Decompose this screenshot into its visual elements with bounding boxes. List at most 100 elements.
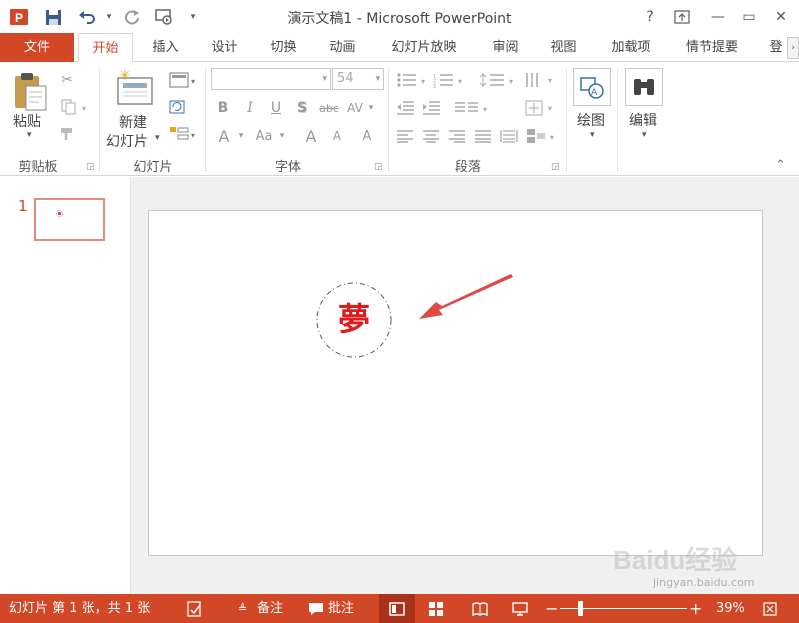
close-button[interactable]: ✕ (768, 6, 794, 28)
notes-button[interactable]: 备注 (257, 594, 283, 623)
slide-sorter-view-icon[interactable] (428, 601, 444, 620)
binoculars-icon[interactable] (625, 68, 663, 106)
drawing-dropdown-icon[interactable]: ▾ (590, 130, 595, 140)
reading-view-icon[interactable] (472, 601, 488, 620)
align-left-icon[interactable] (394, 126, 416, 146)
line-spacing-icon[interactable]: ▾ (478, 70, 518, 90)
restore-button[interactable]: ▭ (736, 6, 762, 28)
character-spacing-dropdown-icon[interactable]: ▾ (366, 98, 376, 118)
collapse-ribbon-icon[interactable]: ⌃ (775, 158, 786, 173)
shadow-button[interactable]: S (292, 98, 312, 118)
numbering-icon[interactable]: 1 2 3 ▾ (431, 70, 467, 90)
red-arrow-annotation[interactable] (419, 274, 513, 319)
justify-icon[interactable] (472, 126, 494, 146)
ribbon-display-options-icon[interactable] (669, 6, 695, 28)
font-launcher-icon[interactable]: ◲ (374, 162, 383, 172)
font-size-combo[interactable]: 54 ▾ (332, 68, 384, 90)
align-center-icon[interactable] (420, 126, 442, 146)
zoom-slider-thumb[interactable] (578, 601, 583, 616)
format-painter-icon[interactable] (56, 124, 78, 144)
title-bar: P ▾ ▾ 演示文稿1 - Microsoft PowerPoint ? — ▭… (0, 0, 799, 33)
paste-button[interactable]: 粘贴 (13, 111, 41, 131)
shapes-icon[interactable]: A (573, 68, 611, 106)
shrink-font-button[interactable]: A (326, 126, 348, 146)
bullets-icon[interactable]: ▾ (394, 70, 430, 90)
fit-slide-icon[interactable] (762, 601, 778, 620)
font-name-dropdown-icon[interactable]: ▾ (322, 69, 327, 89)
tab-sign-in[interactable]: 登 (766, 33, 786, 62)
font-size-dropdown-icon[interactable]: ▾ (375, 69, 380, 89)
tab-view[interactable]: 视图 (536, 33, 591, 62)
decrease-indent-icon[interactable] (394, 98, 416, 118)
tab-transitions[interactable]: 切换 (256, 33, 311, 62)
layout-icon[interactable]: ▾ (166, 70, 200, 90)
columns-icon[interactable]: ▾ (452, 98, 492, 118)
minimize-button[interactable]: — (705, 6, 731, 28)
zoom-level[interactable]: 39% (716, 594, 745, 623)
cut-icon[interactable]: ✂ (56, 70, 78, 90)
tab-scroll-right-icon[interactable]: › (787, 37, 799, 59)
slide-thumbnail-pane: 1 (0, 177, 131, 594)
italic-button[interactable]: I (240, 98, 260, 118)
tab-review[interactable]: 审阅 (478, 33, 533, 62)
tab-home[interactable]: 开始 (78, 33, 133, 63)
character-spacing-button[interactable]: AV (344, 98, 366, 118)
slide-count-indicator[interactable]: 幻灯片 第 1 张，共 1 张 (9, 594, 150, 623)
normal-view-button[interactable] (379, 594, 415, 623)
slide-thumbnail[interactable] (34, 198, 105, 241)
ribbon-separator (617, 68, 618, 172)
paste-dropdown-icon[interactable]: ▾ (27, 130, 32, 140)
drawing-button[interactable]: 绘图 (577, 110, 605, 130)
zoom-out-button[interactable]: − (545, 594, 558, 623)
tab-storyboarding[interactable]: 情节提要 (672, 33, 752, 62)
notes-icon[interactable]: ≜ (238, 594, 247, 623)
font-color-dropdown-icon[interactable]: ▾ (236, 126, 246, 146)
align-text-icon[interactable]: ▾ (522, 98, 558, 118)
section-icon[interactable]: ▾ (166, 124, 200, 144)
paragraph-launcher-icon[interactable]: ◲ (551, 162, 560, 172)
tab-file[interactable]: 文件 (0, 33, 74, 62)
svg-text:▾: ▾ (421, 77, 425, 86)
convert-to-smartart-icon[interactable]: ▾ (524, 126, 560, 146)
svg-text:▾: ▾ (509, 77, 513, 86)
strikethrough-button[interactable]: abc (316, 98, 342, 118)
tab-animations[interactable]: 动画 (315, 33, 370, 62)
new-slide-button[interactable]: 幻灯片 (106, 131, 148, 151)
copy-icon[interactable]: ▾ (56, 97, 90, 117)
thumbnail-char-dot (58, 212, 61, 215)
slide-canvas[interactable]: 夢 (148, 210, 763, 556)
clear-formatting-button[interactable]: A (356, 126, 378, 146)
editing-button[interactable]: 编辑 (629, 110, 657, 130)
help-icon[interactable]: ? (637, 6, 663, 28)
comments-icon[interactable] (308, 594, 324, 623)
slide-graphics (316, 274, 513, 358)
reset-slide-icon[interactable] (166, 97, 188, 117)
paste-icon[interactable] (12, 70, 48, 114)
bold-button[interactable]: B (213, 98, 233, 118)
tab-design[interactable]: 设计 (197, 33, 252, 62)
zoom-in-button[interactable]: + (689, 594, 702, 623)
tab-addins[interactable]: 加载项 (598, 33, 664, 62)
new-slide-icon[interactable]: ✳ (113, 68, 157, 108)
font-name-combo[interactable]: ▾ (211, 68, 331, 90)
font-size-value: 54 (337, 71, 354, 86)
tab-slideshow[interactable]: 幻灯片放映 (378, 33, 470, 62)
editing-dropdown-icon[interactable]: ▾ (642, 130, 647, 140)
align-right-icon[interactable] (446, 126, 468, 146)
new-slide-dropdown-icon[interactable]: ▾ (155, 133, 160, 143)
spell-check-icon[interactable] (186, 594, 204, 623)
change-case-button[interactable]: Aa (252, 126, 276, 146)
underline-button[interactable]: U (266, 98, 286, 118)
slide-character-text[interactable]: 夢 (317, 295, 391, 343)
font-color-button[interactable]: A (214, 126, 234, 146)
slideshow-view-icon[interactable] (512, 601, 528, 620)
text-direction-icon[interactable]: ▾ (522, 70, 558, 90)
increase-indent-icon[interactable] (420, 98, 442, 118)
clipboard-launcher-icon[interactable]: ◲ (86, 162, 95, 172)
comments-button[interactable]: 批注 (328, 594, 354, 623)
new-slide-label[interactable]: 新建 (119, 112, 147, 132)
tab-insert[interactable]: 插入 (138, 33, 193, 62)
grow-font-button[interactable]: A (300, 126, 322, 146)
change-case-dropdown-icon[interactable]: ▾ (277, 126, 287, 146)
distributed-icon[interactable] (498, 126, 520, 146)
